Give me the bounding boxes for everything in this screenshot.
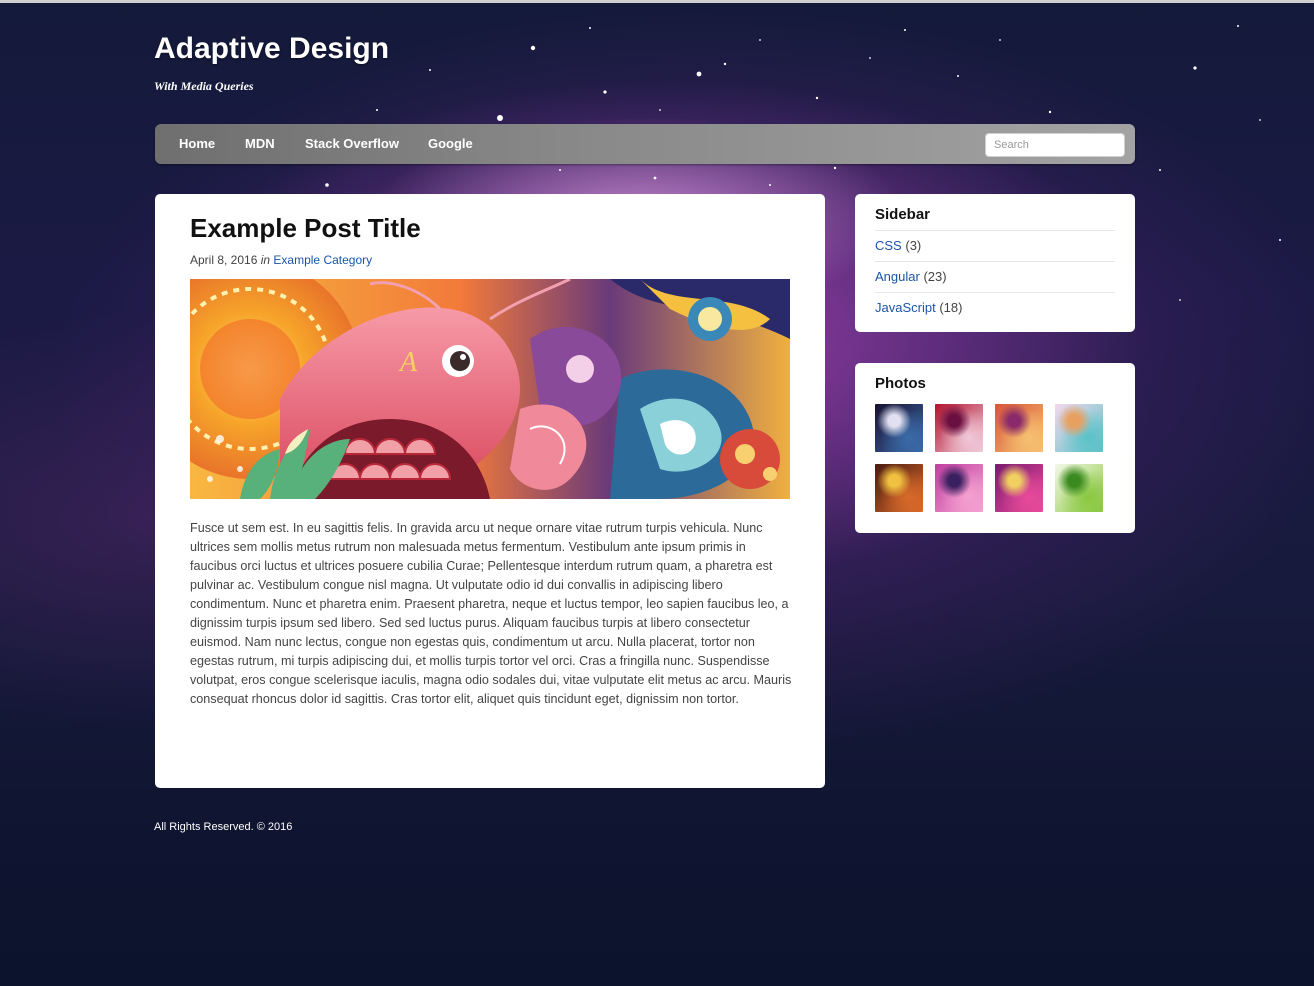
photo-thumbnail[interactable]	[995, 464, 1043, 512]
post-date: April 8, 2016	[190, 253, 258, 267]
photo-thumbnail[interactable]	[875, 464, 923, 512]
post-featured-image: A	[190, 279, 790, 499]
photo-thumbnail[interactable]	[935, 464, 983, 512]
search-input[interactable]	[985, 133, 1125, 157]
sidebar-count-angular: (23)	[923, 269, 947, 284]
post-meta: April 8, 2016 in Example Category	[190, 253, 372, 267]
sidebar-link-javascript[interactable]: JavaScript	[875, 300, 936, 315]
photo-thumbnail[interactable]	[1055, 464, 1103, 512]
post-title[interactable]: Example Post Title	[190, 213, 421, 244]
svg-text:A: A	[398, 347, 418, 378]
site-title[interactable]: Adaptive Design	[154, 32, 389, 66]
sidebar-count-css: (3)	[905, 238, 922, 253]
post-meta-in: in	[260, 253, 271, 267]
post-body: Fusce ut sem est. In eu sagittis felis. …	[190, 521, 792, 706]
nav-link-home[interactable]: Home	[179, 136, 215, 151]
photo-thumbnail[interactable]	[875, 404, 923, 452]
sidebar-link-css[interactable]: CSS	[875, 238, 902, 253]
photo-thumbnail[interactable]	[935, 404, 983, 452]
photos-widget: Photos	[855, 363, 1135, 533]
post-category-link[interactable]: Example Category	[273, 253, 372, 267]
sidebar-title: Sidebar	[875, 206, 931, 223]
main-navbar: Home MDN Stack Overflow Google	[155, 124, 1135, 164]
sidebar-count-javascript: (18)	[939, 300, 963, 315]
sidebar-widget: Sidebar CSS (3) Angular (23) JavaScript …	[855, 194, 1135, 332]
sidebar-item-javascript: JavaScript (18)	[875, 292, 1115, 323]
sidebar-link-angular[interactable]: Angular	[875, 269, 920, 284]
nav-link-google[interactable]: Google	[428, 136, 473, 151]
post-card: Example Post Title April 8, 2016 in Exam…	[155, 194, 825, 788]
browser-top-border	[0, 0, 1314, 3]
footer-copyright: All Rights Reserved. © 2016	[154, 821, 293, 833]
nav-link-stack-overflow[interactable]: Stack Overflow	[305, 136, 399, 151]
photos-title: Photos	[875, 375, 926, 392]
photo-thumbnail[interactable]	[995, 404, 1043, 452]
photo-thumbnail[interactable]	[1055, 404, 1103, 452]
sidebar-list: CSS (3) Angular (23) JavaScript (18)	[875, 230, 1115, 323]
nav-link-mdn[interactable]: MDN	[245, 136, 275, 151]
sidebar-item-css: CSS (3)	[875, 230, 1115, 261]
sidebar-item-angular: Angular (23)	[875, 261, 1115, 292]
site-tagline: With Media Queries	[154, 79, 254, 93]
